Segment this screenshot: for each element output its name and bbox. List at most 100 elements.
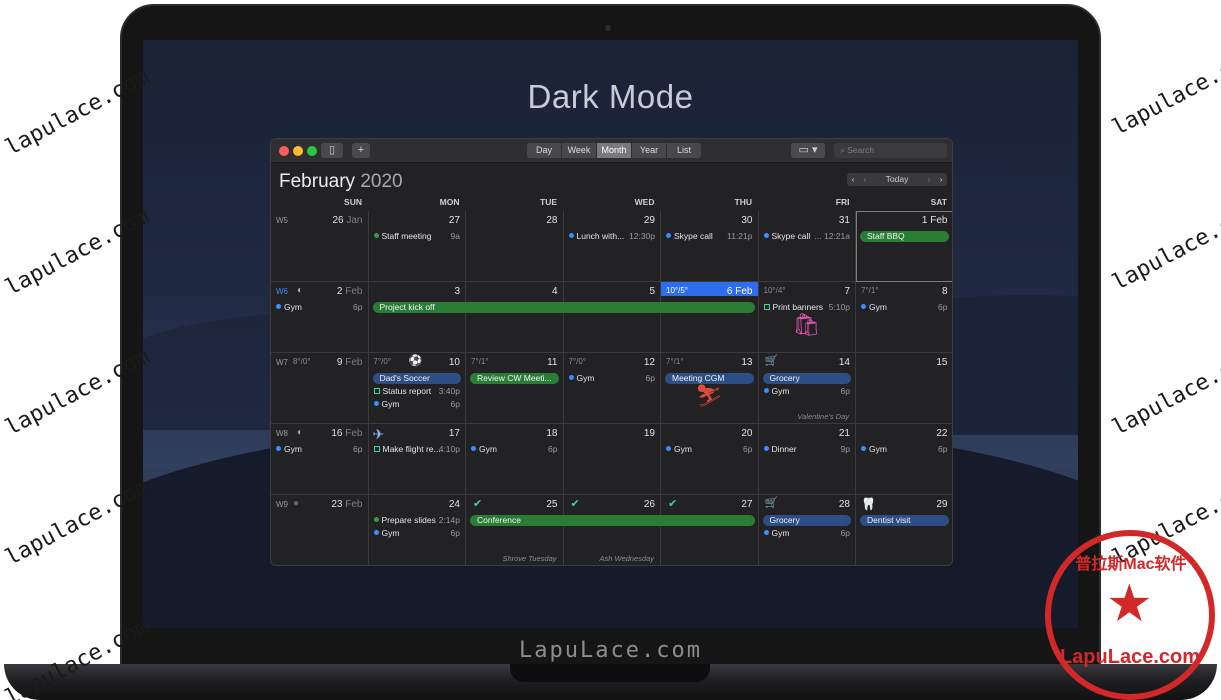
search-placeholder: Search xyxy=(847,145,875,155)
view-tab-month[interactable]: Month xyxy=(597,143,632,158)
day-cell[interactable]: 11 7°/1° Review CW Meeti... xyxy=(466,353,564,424)
search-input[interactable]: ⌕ Search xyxy=(834,143,947,158)
weather-forecast: 10°/5° xyxy=(666,286,688,295)
event-time: 6p xyxy=(840,528,850,538)
event-item[interactable]: Staff meeting 9a xyxy=(373,231,460,242)
close-window-button[interactable] xyxy=(279,146,289,156)
prev-year-button[interactable]: ‹ xyxy=(847,173,859,186)
day-cell[interactable]: 20 Gym 6p xyxy=(661,424,759,495)
event-time: 6p xyxy=(743,444,753,454)
event-bar[interactable]: Grocery xyxy=(762,515,851,526)
airplane-icon: ✈ xyxy=(372,426,385,442)
week-number: W7 xyxy=(276,358,288,367)
event-item[interactable]: Dinner 9p xyxy=(763,444,850,455)
day-number: 7 xyxy=(844,286,850,297)
zoom-window-button[interactable] xyxy=(307,146,317,156)
day-number: 29 xyxy=(936,499,947,510)
day-cell[interactable]: 29 Lunch with... 12:30p xyxy=(563,211,661,282)
event-bar[interactable]: Review CW Meeti... xyxy=(470,373,559,384)
multi-day-event-bar[interactable]: Project kick off xyxy=(372,302,755,313)
day-cell[interactable]: 24 Prepare slides 2:14p Gym 6p xyxy=(369,495,466,565)
event-item[interactable]: Skype call 11:21p xyxy=(666,231,753,242)
event-item[interactable]: Gym 6p xyxy=(861,444,948,455)
today-button[interactable]: Today xyxy=(871,173,923,186)
day-cell[interactable]: 5 xyxy=(563,282,661,353)
event-bar[interactable]: Dentist visit xyxy=(860,515,949,526)
day-cell[interactable]: 18 Gym 6p xyxy=(466,424,564,495)
event-time: 6p xyxy=(450,399,460,409)
week-number: W8 xyxy=(276,429,288,438)
day-cell[interactable]: W6 2 Feb Gym 6p xyxy=(271,282,369,353)
day-cell[interactable]: W5 26 Jan xyxy=(271,211,369,282)
next-year-button[interactable]: › xyxy=(935,173,947,186)
day-cell[interactable]: 19 xyxy=(563,424,661,495)
day-cell[interactable]: 27 Staff meeting 9a xyxy=(368,211,466,282)
event-dot-icon xyxy=(666,233,671,238)
event-dot-icon xyxy=(276,446,281,451)
month-title: February 2020 xyxy=(279,171,403,193)
day-cell[interactable]: 12 7°/0° Gym 6p xyxy=(563,353,661,424)
event-item[interactable]: Gym 6p xyxy=(471,444,558,455)
day-cell[interactable]: 6 Feb10°/5°Gym6p xyxy=(661,282,759,353)
view-tab-day[interactable]: Day xyxy=(527,143,562,158)
event-bar[interactable]: Dad's Soccer xyxy=(372,373,461,384)
day-cell[interactable]: 31 Skype call... 12:21a xyxy=(758,211,856,282)
event-title: Gym xyxy=(869,444,887,454)
event-bar[interactable]: Staff BBQ xyxy=(860,231,949,242)
day-cell[interactable]: 1 Feb Staff BBQ xyxy=(856,211,952,282)
conference-badge-icon: ✔ xyxy=(570,498,580,510)
event-title: Gym xyxy=(771,386,790,396)
day-cell[interactable]: 21 Dinner 9p xyxy=(758,424,856,495)
event-bar[interactable]: Grocery xyxy=(762,373,851,384)
event-title: Print banners xyxy=(772,302,824,312)
event-item[interactable]: Status report 3:40p xyxy=(373,386,460,397)
event-title: Gym xyxy=(479,444,497,454)
event-item[interactable]: Gym 6p xyxy=(861,302,948,313)
event-item[interactable]: Skype call... 12:21a xyxy=(763,231,850,242)
day-cell[interactable]: 30 Skype call 11:21p xyxy=(661,211,759,282)
event-dot-icon xyxy=(763,233,769,238)
event-item[interactable]: Make flight re... 4:10p xyxy=(373,444,460,455)
event-time: 6p xyxy=(938,302,948,312)
event-item[interactable]: Gym 6p xyxy=(763,528,850,539)
multi-day-event-bar[interactable]: Conference xyxy=(470,515,755,526)
event-item[interactable]: Gym 6p xyxy=(373,528,460,539)
day-cell[interactable]: W9 23 Feb xyxy=(271,495,369,565)
event-title: Gym xyxy=(869,302,887,312)
event-item[interactable]: Gym 6p xyxy=(276,302,363,313)
sidebar-toggle-icon[interactable]: ▯ xyxy=(321,143,343,158)
day-cell[interactable]: 28 xyxy=(466,211,564,282)
event-item[interactable]: Lunch with... 12:30p xyxy=(568,231,655,242)
view-tab-list[interactable]: List xyxy=(667,143,701,158)
event-item[interactable]: Prepare slides 2:14p xyxy=(373,515,460,526)
event-item[interactable]: Gym 6p xyxy=(373,399,460,410)
event-item[interactable]: Gym 6p xyxy=(666,444,753,455)
day-cell[interactable]: W7 9 Feb 8°/0° xyxy=(271,353,369,424)
event-item[interactable]: Gym 6p xyxy=(276,444,363,455)
layout-menu-icon[interactable]: ▭ ▾ xyxy=(791,143,825,158)
calendar-window: ▯ + Day Week Month Year List ▭ ▾ ⌕ Search Fe… xyxy=(270,138,953,566)
event-title: Gym xyxy=(381,399,400,409)
minimize-window-button[interactable] xyxy=(293,146,303,156)
camera-icon xyxy=(605,25,611,31)
day-cell[interactable]: 4Gym6p xyxy=(466,282,564,353)
day-cell[interactable]: 22 Gym 6p xyxy=(856,424,952,495)
next-button[interactable]: › xyxy=(923,173,935,186)
event-item[interactable]: Gym 6p xyxy=(763,386,850,397)
soccer-ball-icon: ⚽ xyxy=(408,355,423,367)
day-cell[interactable]: W8 16 Feb Gym 6p xyxy=(271,424,369,495)
prev-button[interactable]: ‹ xyxy=(859,173,871,186)
weather-forecast: 7°/0° xyxy=(373,357,392,366)
event-item[interactable]: Gym 6p xyxy=(568,373,655,384)
star-icon: ★ xyxy=(1106,575,1153,633)
conference-badge-icon: ✔ xyxy=(668,498,678,510)
add-event-button[interactable]: + xyxy=(352,143,370,158)
day-number: 9 Feb xyxy=(337,357,363,368)
day-cell[interactable]: 8 7°/1° Gym 6p xyxy=(856,282,952,353)
view-tab-year[interactable]: Year xyxy=(632,143,667,158)
holiday-label: Shrove Tuesday xyxy=(502,554,557,563)
day-cell[interactable]: 15 xyxy=(856,353,952,424)
day-cell[interactable]: 3 xyxy=(368,282,466,353)
view-tab-week[interactable]: Week xyxy=(562,143,597,158)
day-number: 6 Feb xyxy=(727,286,753,297)
